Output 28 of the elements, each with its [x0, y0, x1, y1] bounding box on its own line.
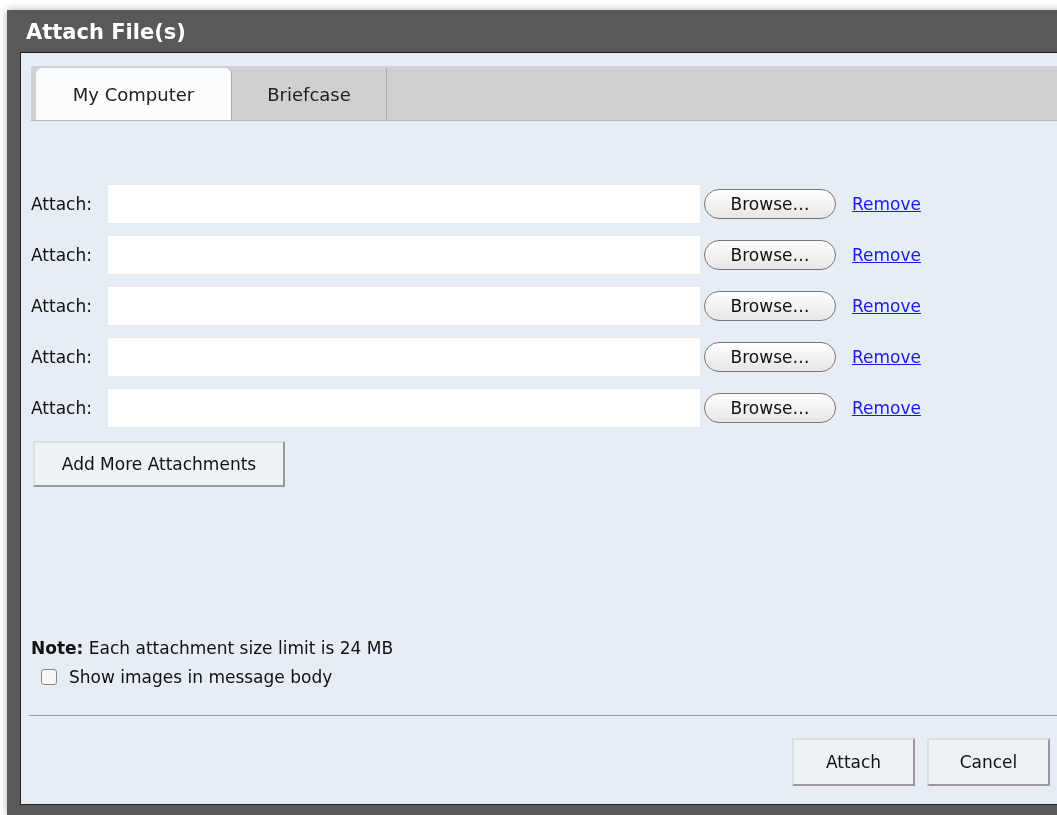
tab[interactable]: My Computer	[36, 68, 232, 120]
browse-button[interactable]: Browse…	[704, 239, 836, 270]
window-title: Attach File(s)	[25, 19, 187, 46]
file-field[interactable]	[107, 336, 701, 377]
attach-label: Attach:	[31, 346, 93, 367]
remove-link[interactable]: Remove	[852, 346, 921, 367]
remove-link[interactable]: Remove	[852, 295, 921, 316]
browse-button[interactable]: Browse…	[704, 188, 836, 219]
note-text: Note: Each attachment size limit is 24 MB	[31, 638, 395, 658]
file-field[interactable]	[107, 234, 701, 275]
remove-link[interactable]: Remove	[852, 397, 921, 418]
attach-label: Attach:	[31, 193, 93, 214]
remove-link[interactable]: Remove	[852, 244, 921, 265]
attach-label: Attach:	[31, 397, 93, 418]
browse-button[interactable]: Browse…	[704, 341, 836, 372]
add-more-button[interactable]: Add More Attachments	[33, 441, 285, 487]
checkbox[interactable]	[41, 669, 57, 685]
attach-label: Attach:	[31, 244, 93, 265]
remove-link[interactable]: Remove	[852, 193, 921, 214]
browse-button[interactable]: Browse…	[704, 392, 836, 423]
browse-button[interactable]: Browse…	[704, 290, 836, 321]
file-field[interactable]	[107, 285, 701, 326]
checkbox-label: Show images in message body	[69, 667, 333, 687]
file-field[interactable]	[107, 387, 701, 428]
attach-label: Attach:	[31, 295, 93, 316]
cancel-button[interactable]: Cancel	[927, 738, 1050, 786]
file-field[interactable]	[107, 183, 701, 224]
attach-button[interactable]: Attach	[792, 738, 915, 786]
